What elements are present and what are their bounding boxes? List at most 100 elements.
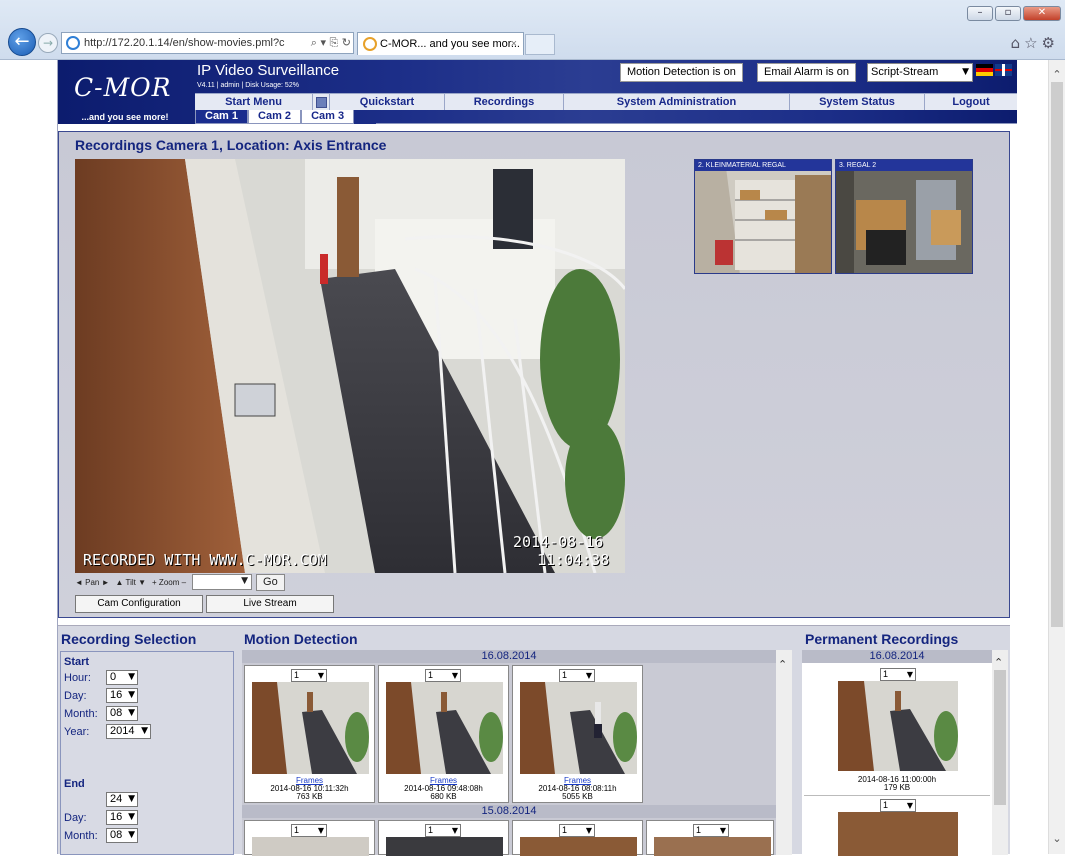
chevron-down-icon: ▼ xyxy=(906,801,913,810)
browser-tab[interactable]: C-MOR... and you see mor... × xyxy=(357,32,524,55)
start-hour-select[interactable]: 0 ▼ xyxy=(106,670,138,685)
motion-thumbnail[interactable] xyxy=(386,682,503,774)
tab-cam-1[interactable]: Cam 1 xyxy=(195,110,249,124)
permanent-card[interactable]: 1 ▼ 2014-08-16 11:00:00h 179 KB xyxy=(804,665,990,793)
chevron-down-icon: ▼ xyxy=(128,830,135,840)
motion-thumbnail[interactable] xyxy=(252,837,369,856)
pan-control[interactable]: ◄ Pan ► xyxy=(75,578,110,587)
scroll-up-icon[interactable]: ⌃ xyxy=(778,658,787,671)
browser-toolbar-icons[interactable]: ⌂☆⚙ xyxy=(1011,34,1059,52)
permanent-card[interactable]: 1 ▼ xyxy=(804,795,990,856)
scroll-up-icon[interactable]: ⌃ xyxy=(994,656,1003,669)
motion-card-select[interactable]: 1 ▼ xyxy=(559,824,595,837)
nav-quickstart[interactable]: Quickstart xyxy=(330,94,445,110)
app-info: V4.11 | admin | Disk Usage: 52% xyxy=(197,82,299,89)
close-window-button[interactable]: ✕ xyxy=(1023,6,1061,21)
maximize-button[interactable]: ▫ xyxy=(995,6,1021,21)
permanent-recordings-list[interactable]: 16.08.2014 1 ▼ 2014-08-16 11:00:00h 179 K… xyxy=(802,650,1008,856)
preset-select[interactable]: ▼ xyxy=(192,574,253,590)
permanent-scrollbar[interactable]: ⌃ xyxy=(992,650,1008,855)
motion-detection-list[interactable]: 16.08.2014 1 ▼ Frames 2014-08-16 10:11:32… xyxy=(242,650,792,856)
thumb-caption-3: 3. REGAL 2 xyxy=(836,160,972,171)
end-hour-select[interactable]: 24 ▼ xyxy=(106,792,138,807)
go-button[interactable]: Go xyxy=(256,573,285,591)
zoom-control[interactable]: + Zoom – xyxy=(152,578,186,587)
scroll-down-icon[interactable]: ⌄ xyxy=(1049,832,1065,848)
uk-flag-icon[interactable] xyxy=(995,64,1012,76)
cam-configuration-button[interactable]: Cam Configuration xyxy=(75,595,203,613)
back-icon[interactable]: ← xyxy=(8,28,36,56)
email-alarm-button[interactable]: Email Alarm is on xyxy=(757,63,856,82)
chevron-down-icon: ▼ xyxy=(585,671,592,680)
cmor-logo[interactable]: C-MOR xyxy=(74,73,172,102)
start-label: Start xyxy=(64,656,90,668)
motion-card[interactable]: 1 ▼ xyxy=(244,820,375,856)
new-tab-button[interactable] xyxy=(525,34,555,55)
start-day-value: 16 xyxy=(110,689,123,701)
nav-recordings[interactable]: Recordings xyxy=(445,94,564,110)
motion-thumbnail[interactable] xyxy=(252,682,369,774)
nav-system-administration[interactable]: System Administration xyxy=(564,94,790,110)
camera-thumbnail-3[interactable]: 3. REGAL 2 xyxy=(835,159,973,274)
permanent-card-select[interactable]: 1 ▼ xyxy=(880,799,916,812)
nav-start-menu[interactable]: Start Menu xyxy=(195,94,313,110)
chevron-down-icon: ▼ xyxy=(906,670,913,679)
nav-system-status[interactable]: System Status xyxy=(790,94,925,110)
tab-close-icon[interactable]: × xyxy=(511,33,517,55)
nav-home-icon[interactable] xyxy=(313,94,330,110)
minimize-button[interactable]: – xyxy=(967,6,993,21)
page-scrollbar[interactable]: ⌃ ⌄ xyxy=(1048,60,1065,854)
camera-thumbnail-2[interactable]: 2. KLEINMATERIAL REGAL xyxy=(694,159,832,274)
video-watermark: RECORDED WITH WWW.C-MOR.COM xyxy=(83,551,327,569)
stream-select[interactable]: Script-Stream ▼ xyxy=(867,63,973,82)
nav-logout[interactable]: Logout xyxy=(925,94,1017,110)
start-month-select[interactable]: 08 ▼ xyxy=(106,706,138,721)
permanent-thumbnail[interactable] xyxy=(838,681,958,771)
chevron-down-icon: ▼ xyxy=(141,726,148,736)
motion-card-select[interactable]: 1 ▼ xyxy=(425,824,461,837)
end-day-value: 16 xyxy=(110,811,123,823)
motion-card-select[interactable]: 1 ▼ xyxy=(425,669,461,682)
motion-card[interactable]: 1 ▼ Frames 2014-08-16 08:08:11h 5055 KB xyxy=(512,665,643,803)
motion-thumbnail[interactable] xyxy=(654,837,771,856)
main-video-player[interactable]: RECORDED WITH WWW.C-MOR.COM 2014-08-16 1… xyxy=(75,159,625,573)
tab-cam-3[interactable]: Cam 3 xyxy=(301,110,355,124)
permanent-card-select[interactable]: 1 ▼ xyxy=(880,668,916,681)
select-value: 1 xyxy=(294,825,300,835)
recordings-panel: Recordings Camera 1, Location: Axis Entr… xyxy=(58,131,1010,618)
scroll-thumb[interactable] xyxy=(1051,82,1063,627)
tilt-control[interactable]: ▲ Tilt ▼ xyxy=(116,578,147,587)
motion-card[interactable]: 1 ▼ Frames 2014-08-16 09:48:08h 680 KB xyxy=(378,665,509,803)
tab-cam-2[interactable]: Cam 2 xyxy=(248,110,302,124)
motion-card-select[interactable]: 1 ▼ xyxy=(693,824,729,837)
german-flag-icon[interactable] xyxy=(976,64,993,76)
motion-thumbnail[interactable] xyxy=(520,837,637,856)
forward-icon[interactable]: → xyxy=(38,33,58,53)
end-day-select[interactable]: 16 ▼ xyxy=(106,810,138,825)
hour-label: Hour: xyxy=(64,672,91,684)
motion-detection-button[interactable]: Motion Detection is on xyxy=(620,63,743,82)
motion-thumbnail[interactable] xyxy=(520,682,637,774)
address-tools-icon[interactable]: ⌕ ▾ ⎘ ↻ xyxy=(307,33,351,53)
select-value: 1 xyxy=(294,670,300,680)
end-month-select[interactable]: 08 ▼ xyxy=(106,828,138,843)
motion-card[interactable]: 1 ▼ xyxy=(378,820,509,856)
motion-card[interactable]: 1 ▼ xyxy=(646,820,774,856)
live-stream-button[interactable]: Live Stream xyxy=(206,595,334,613)
start-year-select[interactable]: 2014 ▼ xyxy=(106,724,151,739)
chevron-down-icon: ▼ xyxy=(128,794,135,804)
motion-card[interactable]: 1 ▼ Frames 2014-08-16 10:11:32h 763 KB xyxy=(244,665,375,803)
chevron-down-icon: ▼ xyxy=(962,67,969,77)
camera-2-image xyxy=(695,160,831,273)
start-day-select[interactable]: 16 ▼ xyxy=(106,688,138,703)
date-header: 15.08.2014 xyxy=(242,805,776,818)
permanent-thumbnail[interactable] xyxy=(838,812,958,856)
motion-card-select[interactable]: 1 ▼ xyxy=(291,824,327,837)
scroll-thumb[interactable] xyxy=(994,670,1006,805)
address-bar[interactable]: http://172.20.1.14/en/show-movies.pml?c … xyxy=(61,32,354,54)
motion-card-select[interactable]: 1 ▼ xyxy=(291,669,327,682)
motion-thumbnail[interactable] xyxy=(386,837,503,856)
motion-card-select[interactable]: 1 ▼ xyxy=(559,669,595,682)
motion-scrollbar[interactable]: ⌃ xyxy=(776,650,792,855)
motion-card[interactable]: 1 ▼ xyxy=(512,820,643,856)
